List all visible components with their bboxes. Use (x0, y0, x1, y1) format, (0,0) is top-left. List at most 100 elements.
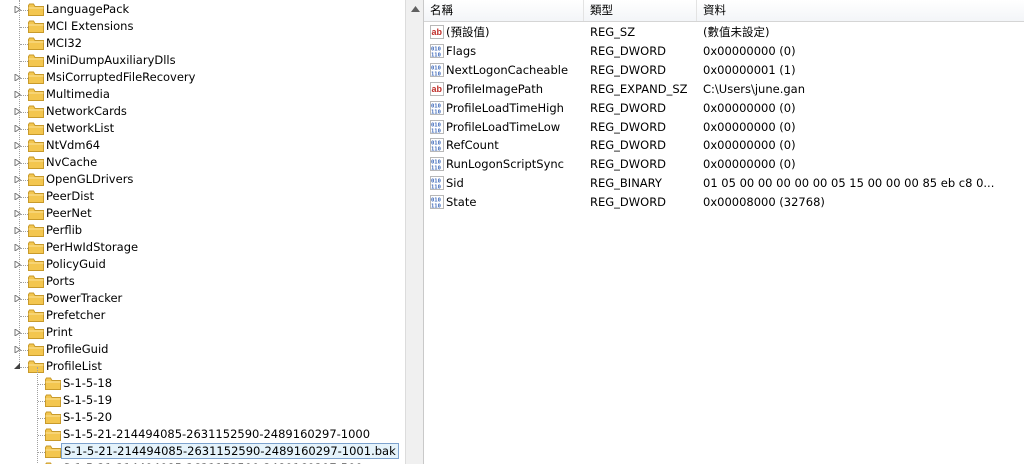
registry-values-list[interactable]: 名稱 類型 資料 ab (預設值) REG_SZ (數值未設定) 010 110 Flags… (424, 0, 1024, 464)
column-header-data[interactable]: 資料 (697, 0, 1024, 21)
value-row[interactable]: 010 110 State REG_DWORD 0x00008000 (32768) (424, 193, 1024, 212)
value-type: REG_DWORD (590, 157, 667, 172)
tree-node[interactable]: MiniDumpAuxiliaryDlls (0, 52, 405, 69)
folder-icon (28, 71, 44, 84)
expand-arrow-icon[interactable] (13, 243, 22, 252)
tree-node[interactable]: LanguagePack (0, 1, 405, 18)
folder-icon (45, 445, 61, 458)
value-row[interactable]: 010 110 RefCount REG_DWORD 0x00000000 (0) (424, 136, 1024, 155)
value-name: State (446, 195, 477, 210)
tree-node-label: LanguagePack (46, 2, 130, 16)
expand-arrow-icon[interactable] (13, 226, 22, 235)
expand-arrow-icon[interactable] (13, 294, 22, 303)
value-data: (數值未設定) (703, 25, 770, 39)
registry-key-tree[interactable]: LanguagePack MCI Extensions MCI32 MiniDumpA… (0, 0, 405, 464)
value-row[interactable]: 010 110 ProfileLoadTimeHigh REG_DWORD 0x0000… (424, 99, 1024, 118)
binary-value-icon: 010 110 (430, 62, 444, 77)
expand-arrow-icon[interactable] (13, 328, 22, 337)
tree-node[interactable]: MsiCorruptedFileRecovery (0, 69, 405, 86)
folder-icon (28, 343, 44, 356)
tree-child-node[interactable]: S-1-5-21-214494085-2631152590-2489160297… (0, 426, 405, 443)
tree-node[interactable]: ProfileGuid (0, 341, 405, 358)
tree-child-node[interactable]: S-1-5-20 (0, 409, 405, 426)
value-row[interactable]: ab (預設值) REG_SZ (數值未設定) (424, 23, 1024, 42)
binary-value-icon: 010 110 (430, 100, 444, 115)
folder-icon (28, 207, 44, 220)
expand-arrow-icon[interactable] (13, 5, 22, 14)
value-row[interactable]: 010 110 ProfileLoadTimeLow REG_DWORD 0x00000… (424, 118, 1024, 137)
svg-text:ab: ab (432, 27, 443, 37)
value-row[interactable]: ab ProfileImagePath REG_EXPAND_SZ C:\Users\… (424, 80, 1024, 99)
value-row[interactable]: 010 110 Sid REG_BINARY 01 05 00 00 00 00 00 … (424, 174, 1024, 193)
tree-node-label: PerHwIdStorage (46, 240, 139, 254)
expand-arrow-icon[interactable] (13, 73, 22, 82)
tree-node[interactable]: NetworkCards (0, 103, 405, 120)
value-type: REG_SZ (590, 25, 636, 39)
tree-node[interactable]: Ports (0, 273, 405, 290)
tree-node-label: MCI32 (46, 36, 82, 50)
folder-icon (28, 360, 44, 373)
folder-icon (28, 20, 44, 33)
tree-node-label: NvCache (46, 155, 98, 169)
tree-child-node[interactable]: S-1-5-18 (0, 375, 405, 392)
tree-child-node[interactable]: S-1-5-19 (0, 392, 405, 409)
binary-value-icon: 010 110 (430, 138, 444, 153)
column-header-type[interactable]: 類型 (584, 0, 697, 21)
collapse-arrow-icon[interactable] (13, 362, 22, 371)
column-header-name[interactable]: 名稱 (424, 0, 584, 21)
value-type: REG_BINARY (590, 176, 662, 191)
expand-arrow-icon[interactable] (13, 192, 22, 201)
tree-node[interactable]: NtVdm64 (0, 137, 405, 154)
scroll-up-arrow-icon[interactable] (409, 2, 421, 16)
tree-node[interactable]: NvCache (0, 154, 405, 171)
expand-arrow-icon[interactable] (13, 209, 22, 218)
tree-node[interactable]: PeerNet (0, 205, 405, 222)
expand-arrow-icon[interactable] (13, 260, 22, 269)
expand-arrow-icon[interactable] (13, 345, 22, 354)
svg-text:110: 110 (431, 71, 441, 77)
value-name: (預設值) (446, 25, 490, 39)
svg-text:110: 110 (431, 185, 441, 191)
tree-node[interactable]: NetworkList (0, 120, 405, 137)
tree-node[interactable]: ProfileList (0, 358, 405, 375)
value-row[interactable]: 010 110 RunLogonScriptSync REG_DWORD 0x00000… (424, 155, 1024, 174)
value-row[interactable]: 010 110 Flags REG_DWORD 0x00000000 (0) (424, 42, 1024, 61)
folder-icon (28, 224, 44, 237)
svg-text:110: 110 (431, 147, 441, 153)
tree-node[interactable]: OpenGLDrivers (0, 171, 405, 188)
value-type: REG_DWORD (590, 119, 667, 134)
tree-node[interactable]: PowerTracker (0, 290, 405, 307)
expand-arrow-icon[interactable] (13, 124, 22, 133)
value-row[interactable]: 010 110 NextLogonCacheable REG_DWORD 0x00000… (424, 61, 1024, 80)
tree-node[interactable]: Multimedia (0, 86, 405, 103)
tree-scrollbar[interactable] (405, 0, 424, 464)
binary-value-icon: 010 110 (430, 119, 444, 134)
expand-arrow-icon[interactable] (13, 158, 22, 167)
tree-node-label: S-1-5-21-214494085-2631152590-2489160297… (61, 443, 399, 459)
tree-guide-connector (20, 61, 28, 62)
tree-node[interactable]: PolicyGuid (0, 256, 405, 273)
tree-node[interactable]: PerHwIdStorage (0, 239, 405, 256)
binary-value-icon: 010 110 (430, 43, 444, 58)
folder-icon (28, 88, 44, 101)
tree-child-node[interactable]: S-1-5-21-214494085-2631152590-2489160297… (0, 460, 405, 464)
tree-node[interactable]: PeerDist (0, 188, 405, 205)
expand-arrow-icon[interactable] (13, 175, 22, 184)
tree-child-node[interactable]: S-1-5-21-214494085-2631152590-2489160297… (0, 443, 405, 460)
tree-node[interactable]: Perflib (0, 222, 405, 239)
tree-node[interactable]: MCI Extensions (0, 18, 405, 35)
tree-node[interactable]: Prefetcher (0, 307, 405, 324)
tree-node[interactable]: Print (0, 324, 405, 341)
tree-node[interactable]: MCI32 (0, 35, 405, 52)
tree-guide-connector (20, 316, 28, 317)
expand-arrow-icon[interactable] (13, 141, 22, 150)
tree-node-label: S-1-5-18 (63, 376, 113, 390)
tree-guide-connector (20, 44, 28, 45)
folder-icon (28, 309, 44, 322)
expand-arrow-icon[interactable] (13, 90, 22, 99)
folder-icon (28, 105, 44, 118)
expand-arrow-icon[interactable] (13, 107, 22, 116)
folder-icon (28, 173, 44, 186)
value-type: REG_DWORD (590, 43, 667, 58)
folder-icon (45, 394, 61, 407)
